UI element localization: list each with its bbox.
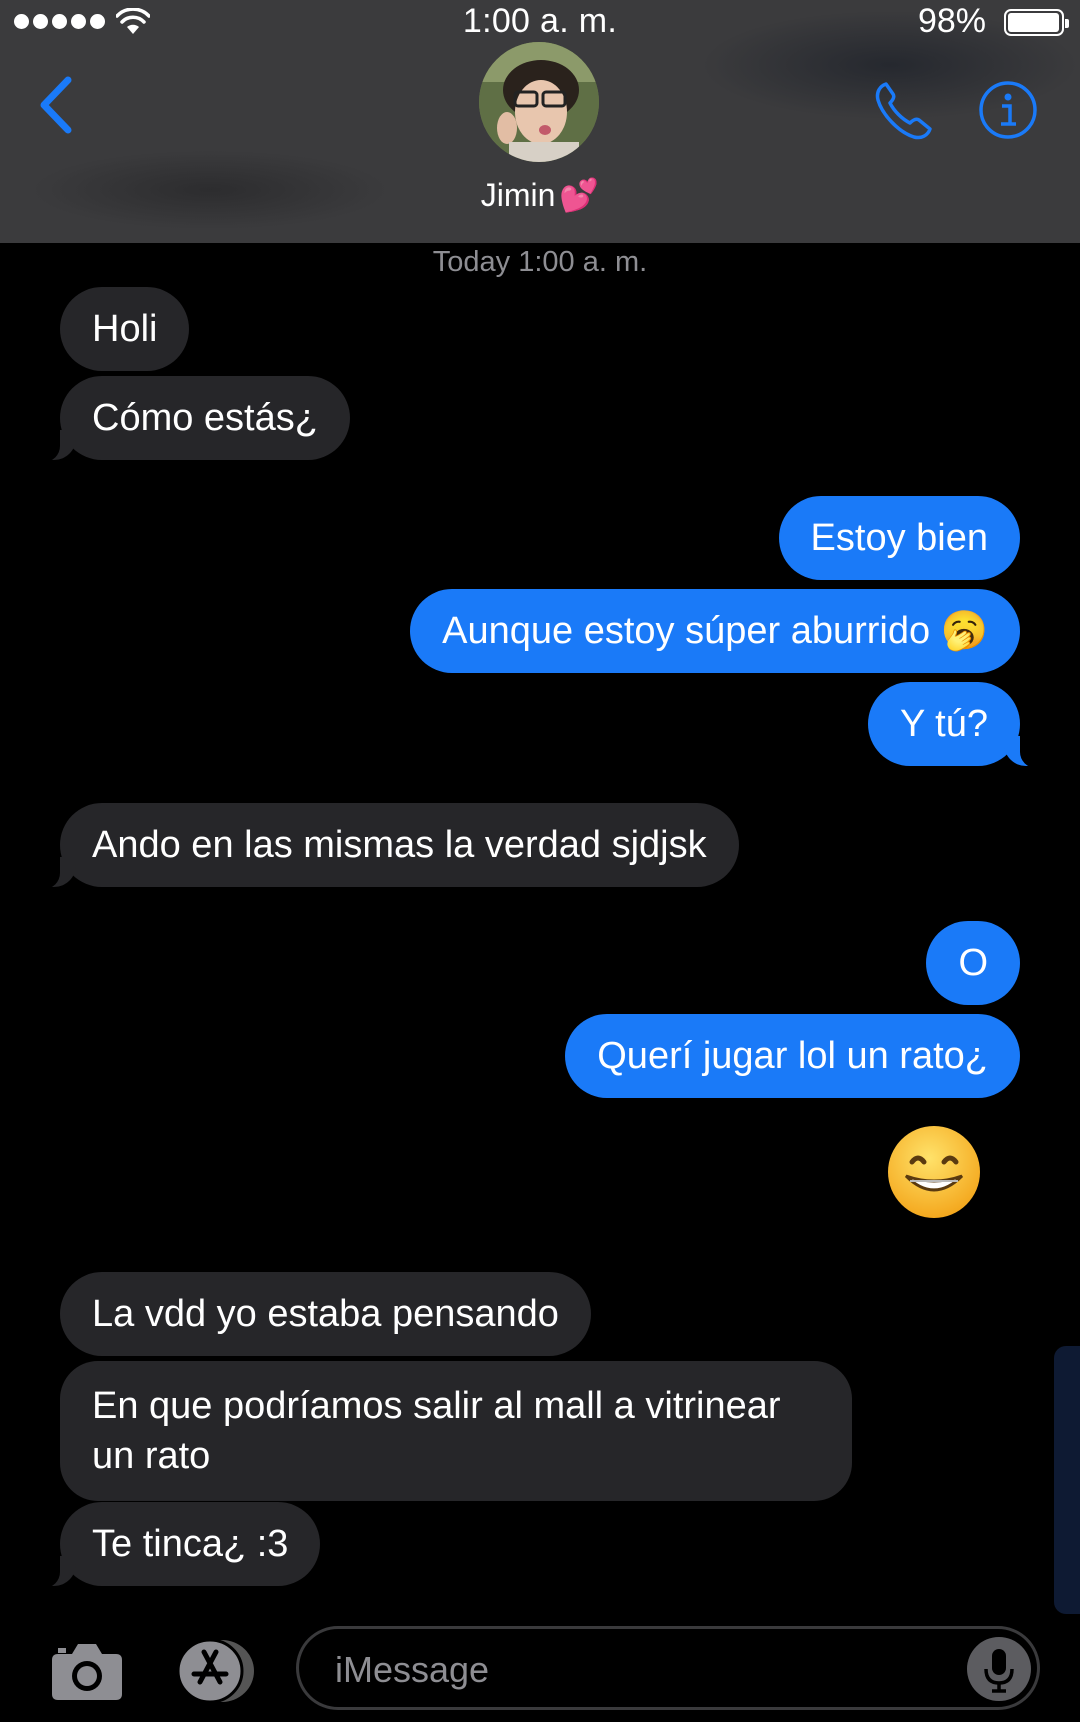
message-bubble-incoming[interactable]: La vdd yo estaba pensando xyxy=(60,1272,591,1356)
conversation-header: 1:00 a. m. 98% Jimin 💕 xyxy=(0,0,1080,243)
contact-emoji: 💕 xyxy=(559,177,600,213)
message-text: Ando en las mismas la verdad sjdjsk xyxy=(92,824,707,866)
status-bar: 1:00 a. m. 98% xyxy=(0,0,1080,44)
message-text: Estoy bien xyxy=(810,517,988,559)
message-input[interactable]: iMessage xyxy=(296,1626,1040,1710)
message-bubble-outgoing[interactable]: Aunque estoy súper aburrido 🥱 xyxy=(410,589,1020,673)
conversation-timestamp: Today 1:00 a. m. xyxy=(432,246,648,278)
scroll-indicator[interactable] xyxy=(1054,1346,1080,1614)
info-icon[interactable] xyxy=(978,80,1038,140)
message-bubble-outgoing[interactable]: Estoy bien xyxy=(778,496,1020,580)
chevron-left-icon[interactable] xyxy=(34,74,76,136)
message-bubble-incoming[interactable]: Ando en las mismas la verdad sjdjsk xyxy=(36,803,739,889)
emoji-message[interactable] xyxy=(886,1124,982,1220)
message-input-placeholder: iMessage xyxy=(335,1649,490,1690)
message-bubble-incoming[interactable]: En que podríamos salir al mall a vitrine… xyxy=(60,1361,852,1501)
contact-name-text: Jimin xyxy=(480,177,556,213)
message-text: En que podríamos salir al mall a vitrine… xyxy=(92,1385,781,1477)
phone-icon[interactable] xyxy=(872,80,934,142)
message-text: La vdd yo estaba pensando xyxy=(92,1293,559,1335)
message-text: Aunque estoy súper aburrido 🥱 xyxy=(442,610,988,652)
message-bubble-incoming[interactable]: Te tinca¿ :3 xyxy=(35,1502,321,1588)
message-bubble-incoming[interactable]: Cómo estás¿ xyxy=(36,376,350,462)
battery-fill xyxy=(1008,13,1059,32)
battery-icon xyxy=(1004,9,1069,36)
message-text: Holi xyxy=(92,308,158,350)
message-bubble-outgoing[interactable]: Y tú? xyxy=(867,682,1045,768)
grinning-face-icon xyxy=(888,1126,980,1218)
contact-name[interactable]: Jimin 💕 xyxy=(0,176,1080,214)
message-bubble-outgoing[interactable]: O xyxy=(926,921,1020,1005)
avatar-photo xyxy=(479,42,599,162)
message-bubble-incoming[interactable]: Holi xyxy=(60,287,190,371)
microphone-icon xyxy=(984,1649,1014,1693)
camera-icon[interactable] xyxy=(50,1640,124,1702)
message-text: O xyxy=(958,942,988,984)
app-store-icon[interactable] xyxy=(172,1638,258,1704)
contact-avatar[interactable] xyxy=(479,42,599,162)
message-text: Te tinca¿ :3 xyxy=(92,1523,289,1565)
microphone-button[interactable] xyxy=(967,1637,1031,1701)
message-bubble-outgoing[interactable]: Querí jugar lol un rato¿ xyxy=(565,1014,1020,1098)
message-text: Y tú? xyxy=(899,703,988,745)
message-text: Cómo estás¿ xyxy=(92,397,318,439)
battery-percent: 98% xyxy=(917,2,986,40)
message-text: Querí jugar lol un rato¿ xyxy=(597,1035,988,1077)
